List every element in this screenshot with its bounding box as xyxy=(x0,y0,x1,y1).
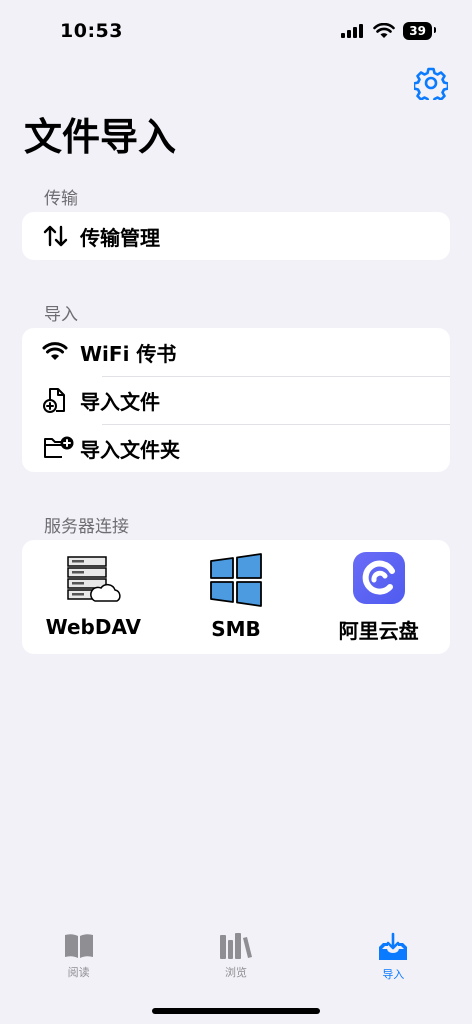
page-title: 文件导入 xyxy=(24,115,177,159)
import-folder-row[interactable]: 导入文件夹 xyxy=(22,424,450,472)
aliyun-drive-label: 阿里云盘 xyxy=(338,618,419,643)
tab-browse-label: 浏览 xyxy=(224,966,247,979)
tab-import-label: 导入 xyxy=(382,968,405,981)
status-icons: 39 xyxy=(341,22,436,40)
server-card: WebDAV SMB 阿里云盘 xyxy=(22,540,450,654)
import-card: WiFi 传书 导入文件 导入文件夹 xyxy=(22,328,450,472)
import-file-row[interactable]: 导入文件 xyxy=(22,376,450,424)
smb-label: SMB xyxy=(211,617,261,641)
transfer-management-row[interactable]: 传输管理 xyxy=(22,212,450,260)
wifi-transfer-label: WiFi 传书 xyxy=(80,341,177,366)
windows-logo-icon xyxy=(210,553,262,607)
aliyun-drive-icon xyxy=(352,551,405,604)
gear-icon xyxy=(412,67,450,105)
up-down-arrows-icon xyxy=(42,224,78,248)
settings-button[interactable] xyxy=(412,66,450,105)
aliyun-drive-button[interactable]: 阿里云盘 xyxy=(314,551,444,644)
section-header-transfer: 传输 xyxy=(44,189,78,209)
section-header-import: 导入 xyxy=(44,305,78,325)
folder-add-icon xyxy=(42,435,78,461)
section-header-server: 服务器连接 xyxy=(44,517,129,537)
transfer-management-label: 传输管理 xyxy=(80,225,160,250)
status-time: 10:53 xyxy=(60,20,123,42)
divider xyxy=(102,376,450,377)
transfer-card: 传输管理 xyxy=(22,212,450,260)
smb-button[interactable]: SMB xyxy=(171,553,301,641)
server-cloud-icon xyxy=(67,556,121,602)
book-icon xyxy=(64,934,93,958)
divider xyxy=(102,424,450,425)
tab-read-label: 阅读 xyxy=(67,966,90,979)
tab-import[interactable]: 导入 xyxy=(315,932,472,992)
wifi-icon xyxy=(373,23,396,38)
tab-read[interactable]: 阅读 xyxy=(0,932,157,992)
status-bar: 10:53 39 xyxy=(0,0,472,60)
books-library-icon xyxy=(219,933,252,959)
wifi-transfer-row[interactable]: WiFi 传书 xyxy=(22,328,450,376)
import-file-label: 导入文件 xyxy=(80,389,160,414)
file-add-icon xyxy=(42,386,78,414)
tray-download-icon xyxy=(379,932,408,960)
tab-bar: 阅读 浏览 导入 xyxy=(0,932,472,992)
wifi-icon xyxy=(42,342,78,362)
battery-indicator: 39 xyxy=(403,22,436,40)
webdav-button[interactable]: WebDAV xyxy=(28,555,158,639)
cellular-signal-icon xyxy=(341,24,364,38)
import-folder-label: 导入文件夹 xyxy=(80,437,180,462)
tab-browse[interactable]: 浏览 xyxy=(157,932,314,992)
webdav-label: WebDAV xyxy=(45,615,142,639)
home-indicator[interactable] xyxy=(152,1008,320,1014)
